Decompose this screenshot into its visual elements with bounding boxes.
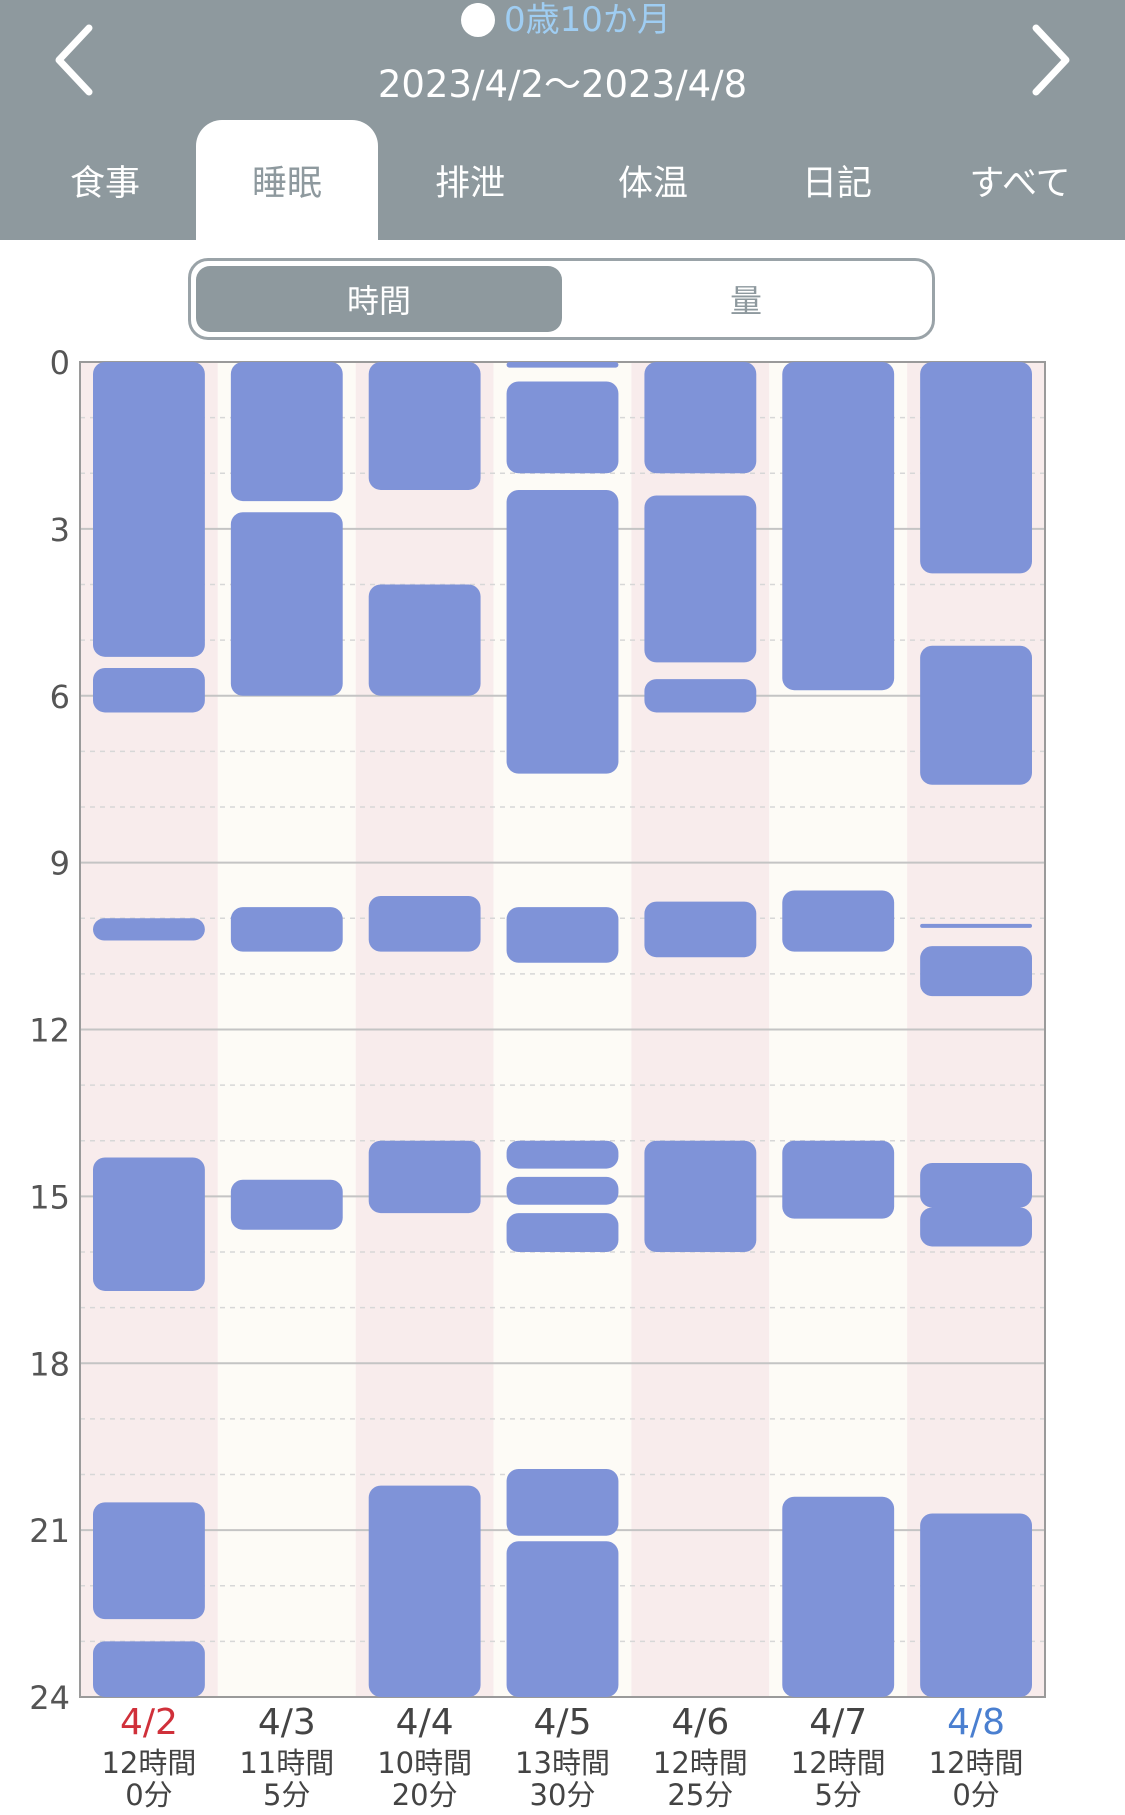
sleep-bar [644, 495, 757, 663]
sleep-bar [368, 1485, 481, 1697]
sleep-bar [506, 907, 619, 963]
segment-amount-button[interactable]: 量 [566, 266, 926, 332]
sleep-bar [368, 896, 481, 952]
sleep-bar [506, 1468, 619, 1536]
sleep-bar [782, 362, 895, 691]
date-label: 4/4 [396, 1702, 454, 1743]
total-minutes-label: 30分 [530, 1778, 596, 1811]
date-label: 4/8 [947, 1702, 1005, 1743]
total-minutes-label: 20分 [392, 1778, 458, 1811]
total-hours-label: 11時間 [239, 1746, 334, 1780]
total-hours-label: 12時間 [653, 1746, 748, 1780]
sleep-bar [920, 362, 1032, 574]
sleep-bar [368, 362, 481, 490]
next-week-button[interactable] [1013, 22, 1089, 98]
y-tick-label: 6 [50, 678, 70, 716]
tab-all[interactable]: すべて [929, 120, 1111, 240]
total-hours-label: 10時間 [377, 1746, 472, 1780]
total-hours-label: 12時間 [929, 1746, 1024, 1780]
total-hours-label: 12時間 [101, 1746, 196, 1780]
tab-temperature[interactable]: 体温 [562, 120, 744, 240]
total-minutes-label: 0分 [125, 1778, 172, 1811]
baby-icon [461, 3, 496, 37]
sleep-bar [920, 1163, 1032, 1208]
sleep-bar [644, 1140, 757, 1252]
age-indicator: 0歳10か月 [0, 0, 1125, 40]
chevron-right-icon [1032, 24, 1070, 96]
y-tick-label: 9 [50, 845, 70, 883]
sleep-bar [506, 489, 619, 774]
sleep-chart: 0 3 6 9 12 15 18 21 24 4/2 12時間 0分 4/3 11時間 5分 4/4 10時間 2… [0, 340, 1125, 1812]
sleep-bar [368, 1140, 481, 1214]
sleep-bar [93, 918, 205, 941]
sleep-bar [920, 645, 1032, 785]
previous-week-button[interactable] [36, 22, 112, 98]
tab-meal[interactable]: 食事 [14, 120, 196, 240]
chevron-left-icon [55, 24, 93, 96]
view-mode-toggle: 時間 量 [188, 258, 935, 340]
y-tick-label: 0 [50, 344, 70, 382]
total-minutes-label: 25分 [667, 1778, 733, 1811]
sleep-bar [644, 679, 757, 713]
y-tick-label: 21 [29, 1512, 70, 1550]
date-label: 4/3 [258, 1702, 316, 1743]
sleep-bar [644, 901, 757, 958]
sleep-bar [506, 1213, 619, 1252]
y-tick-label: 15 [29, 1178, 70, 1216]
total-minutes-label: 5分 [263, 1778, 310, 1811]
sleep-bar [506, 1541, 619, 1697]
sleep-bar [93, 1502, 205, 1620]
tab-sleep[interactable]: 睡眠 [196, 120, 378, 240]
tab-diary[interactable]: 日記 [746, 120, 928, 240]
header-bar: 0歳10か月 2023/4/2〜2023/4/8 食事 睡眠 排泄 体温 日記 … [0, 0, 1125, 240]
sleep-bar [230, 1179, 343, 1230]
sleep-bar [782, 890, 895, 952]
total-hours-label: 12時間 [791, 1746, 886, 1780]
total-minutes-label: 5分 [814, 1778, 861, 1811]
category-tabs: 食事 睡眠 排泄 体温 日記 すべて [0, 120, 1125, 240]
sleep-bar [93, 362, 205, 657]
sleep-bar [644, 362, 757, 474]
sleep-bar [920, 946, 1032, 997]
sleep-bar [506, 1176, 619, 1205]
y-tick-label: 18 [29, 1345, 70, 1383]
segment-time-button[interactable]: 時間 [196, 266, 562, 332]
sleep-bar [93, 1641, 205, 1697]
sleep-bar [782, 1140, 895, 1219]
tab-excretion[interactable]: 排泄 [379, 120, 561, 240]
sleep-chart-svg: 036912151821244/212時間0分4/311時間5分4/410時間2… [29, 344, 1046, 1812]
y-tick-label: 12 [29, 1012, 70, 1050]
date-label: 4/7 [809, 1702, 867, 1743]
sleep-bar [368, 584, 481, 696]
sleep-bar [230, 512, 343, 696]
y-tick-label: 24 [29, 1679, 70, 1717]
sleep-bar [506, 381, 619, 474]
y-tick-label: 3 [50, 511, 70, 549]
date-range-title: 2023/4/2〜2023/4/8 [377, 63, 748, 106]
total-hours-label: 13時間 [515, 1746, 610, 1780]
date-label: 4/6 [671, 1702, 729, 1743]
sleep-bar [920, 923, 1032, 928]
sleep-bar [782, 1496, 895, 1697]
sleep-bar [93, 1157, 205, 1291]
sleep-bar [93, 667, 205, 713]
sleep-bar [230, 907, 343, 952]
date-label: 4/5 [534, 1702, 592, 1743]
sleep-bar [920, 1207, 1032, 1247]
sleep-bar [920, 1513, 1032, 1697]
sleep-bar [506, 362, 619, 368]
total-minutes-label: 0分 [952, 1778, 999, 1811]
age-text: 0歳10か月 [504, 0, 671, 40]
date-label: 4/2 [120, 1702, 178, 1743]
sleep-bar [506, 1140, 619, 1169]
sleep-bar [230, 362, 343, 502]
